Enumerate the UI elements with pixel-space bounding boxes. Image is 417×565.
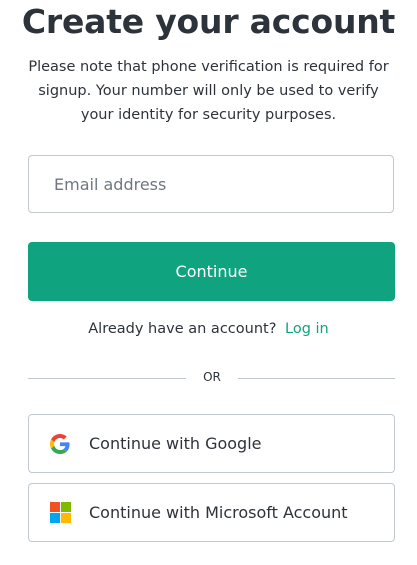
continue-with-microsoft-button[interactable]: Continue with Microsoft Account bbox=[28, 483, 395, 542]
microsoft-icon bbox=[49, 502, 71, 524]
page-title: Create your account bbox=[21, 2, 396, 41]
microsoft-button-label: Continue with Microsoft Account bbox=[89, 503, 348, 522]
divider-line-left bbox=[28, 378, 186, 379]
email-field[interactable] bbox=[28, 155, 394, 213]
login-prompt-row: Already have an account? Log in bbox=[0, 321, 417, 337]
login-prompt-text: Already have an account? bbox=[88, 321, 277, 337]
google-icon bbox=[49, 433, 71, 455]
google-button-label: Continue with Google bbox=[89, 434, 262, 453]
page-subtitle: Please note that phone verification is r… bbox=[28, 59, 389, 123]
divider-or: OR bbox=[203, 370, 221, 384]
continue-button[interactable]: Continue bbox=[28, 242, 395, 301]
continue-with-google-button[interactable]: Continue with Google bbox=[28, 414, 395, 473]
divider-line-right bbox=[238, 378, 395, 379]
login-link[interactable]: Log in bbox=[285, 321, 329, 337]
